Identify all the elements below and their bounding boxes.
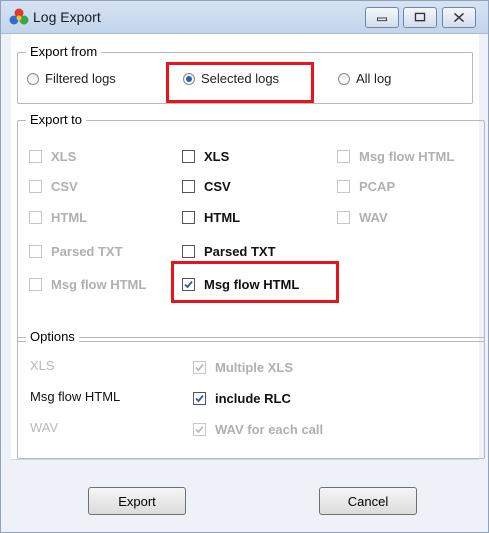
- option-label-xls: XLS: [30, 358, 55, 373]
- checkbox-label: Multiple XLS: [215, 360, 293, 375]
- export-to-legend: Export to: [26, 112, 87, 127]
- radio-button-icon: [338, 72, 350, 85]
- radio-label: All log: [356, 71, 392, 86]
- checkbox-icon: [29, 180, 42, 193]
- maximize-icon: [414, 12, 426, 22]
- export-button[interactable]: Export: [88, 487, 186, 515]
- checkbox-label: HTML: [204, 210, 241, 225]
- bottom-divider: [11, 459, 479, 460]
- dialog-content: Export from Filtered logs Selected logs …: [11, 34, 485, 459]
- options-legend: Options: [26, 329, 79, 344]
- checkbox-label: CSV: [204, 179, 231, 194]
- checkbox-label: Msg flow HTML: [51, 277, 147, 292]
- export-from-legend: Export from: [26, 44, 102, 59]
- checkbox-icon: [182, 150, 195, 163]
- checkbox-col1-msg-flow-html[interactable]: Msg flow HTML: [29, 277, 146, 292]
- checkbox-icon: [29, 211, 42, 224]
- option-label-msg-flow-html: Msg flow HTML: [30, 389, 121, 404]
- checkbox-label: CSV: [51, 179, 78, 194]
- radio-label: Filtered logs: [45, 71, 116, 86]
- checkbox-multiple-xls[interactable]: Multiple XLS: [193, 360, 293, 375]
- checkbox-icon: [29, 278, 42, 291]
- close-button[interactable]: [442, 7, 476, 28]
- checkbox-col1-html[interactable]: HTML: [29, 210, 87, 225]
- checkbox-col3-wav[interactable]: WAV: [337, 210, 388, 225]
- checkbox-label: Msg flow HTML: [359, 149, 455, 164]
- checkbox-icon: [182, 245, 195, 258]
- radio-button-icon: [27, 72, 39, 85]
- option-label-wav: WAV: [30, 420, 59, 435]
- checkbox-checked-icon: [193, 423, 206, 436]
- log-export-dialog: Log Export Export from Filtered logs Sel…: [0, 0, 489, 533]
- highlight-selected-logs: [166, 62, 314, 103]
- checkbox-checked-icon: [193, 361, 206, 374]
- maximize-button[interactable]: [403, 7, 437, 28]
- checkbox-icon: [29, 150, 42, 163]
- radio-all-log[interactable]: All log: [338, 71, 391, 86]
- checkbox-label: HTML: [51, 210, 88, 225]
- checkbox-label: Parsed TXT: [51, 244, 123, 259]
- checkbox-label: XLS: [204, 149, 230, 164]
- checkbox-label: WAV for each call: [215, 422, 324, 437]
- highlight-msg-flow-html: [171, 261, 339, 303]
- app-logo-icon: [9, 8, 29, 25]
- checkbox-label: WAV: [359, 210, 388, 225]
- checkbox-label: XLS: [51, 149, 77, 164]
- checkbox-icon: [337, 211, 350, 224]
- export-to-group: Export to XLS CSV HTML Parsed TXT Msg fl…: [17, 112, 485, 342]
- checkbox-col1-csv[interactable]: CSV: [29, 179, 78, 194]
- checkbox-col1-xls[interactable]: XLS: [29, 149, 76, 164]
- checkbox-label: include RLC: [215, 391, 291, 406]
- checkbox-icon: [337, 150, 350, 163]
- options-group: Options XLS Multiple XLS Msg flow HTML i…: [17, 329, 485, 459]
- checkbox-checked-icon: [193, 392, 206, 405]
- checkbox-col2-xls[interactable]: XLS: [182, 149, 229, 164]
- radio-filtered-logs[interactable]: Filtered logs: [27, 71, 116, 86]
- checkbox-icon: [182, 180, 195, 193]
- minimize-icon: [377, 17, 387, 22]
- checkbox-icon: [182, 211, 195, 224]
- checkbox-wav-for-each-call[interactable]: WAV for each call: [193, 422, 323, 437]
- window-title: Log Export: [33, 9, 101, 25]
- checkbox-col2-parsed-txt[interactable]: Parsed TXT: [182, 244, 276, 259]
- checkbox-col2-html[interactable]: HTML: [182, 210, 240, 225]
- checkbox-include-rlc[interactable]: include RLC: [193, 391, 291, 406]
- close-icon: [453, 12, 465, 23]
- title-bar[interactable]: Log Export: [1, 1, 488, 34]
- checkbox-label: PCAP: [359, 179, 396, 194]
- checkbox-col2-csv[interactable]: CSV: [182, 179, 231, 194]
- checkbox-icon: [337, 180, 350, 193]
- cancel-button[interactable]: Cancel: [319, 487, 417, 515]
- checkbox-col3-pcap[interactable]: PCAP: [337, 179, 395, 194]
- checkbox-col3-msg-flow-html[interactable]: Msg flow HTML: [337, 149, 454, 164]
- checkbox-icon: [29, 245, 42, 258]
- minimize-button[interactable]: [365, 7, 399, 28]
- checkbox-label: Parsed TXT: [204, 244, 276, 259]
- checkbox-col1-parsed-txt[interactable]: Parsed TXT: [29, 244, 123, 259]
